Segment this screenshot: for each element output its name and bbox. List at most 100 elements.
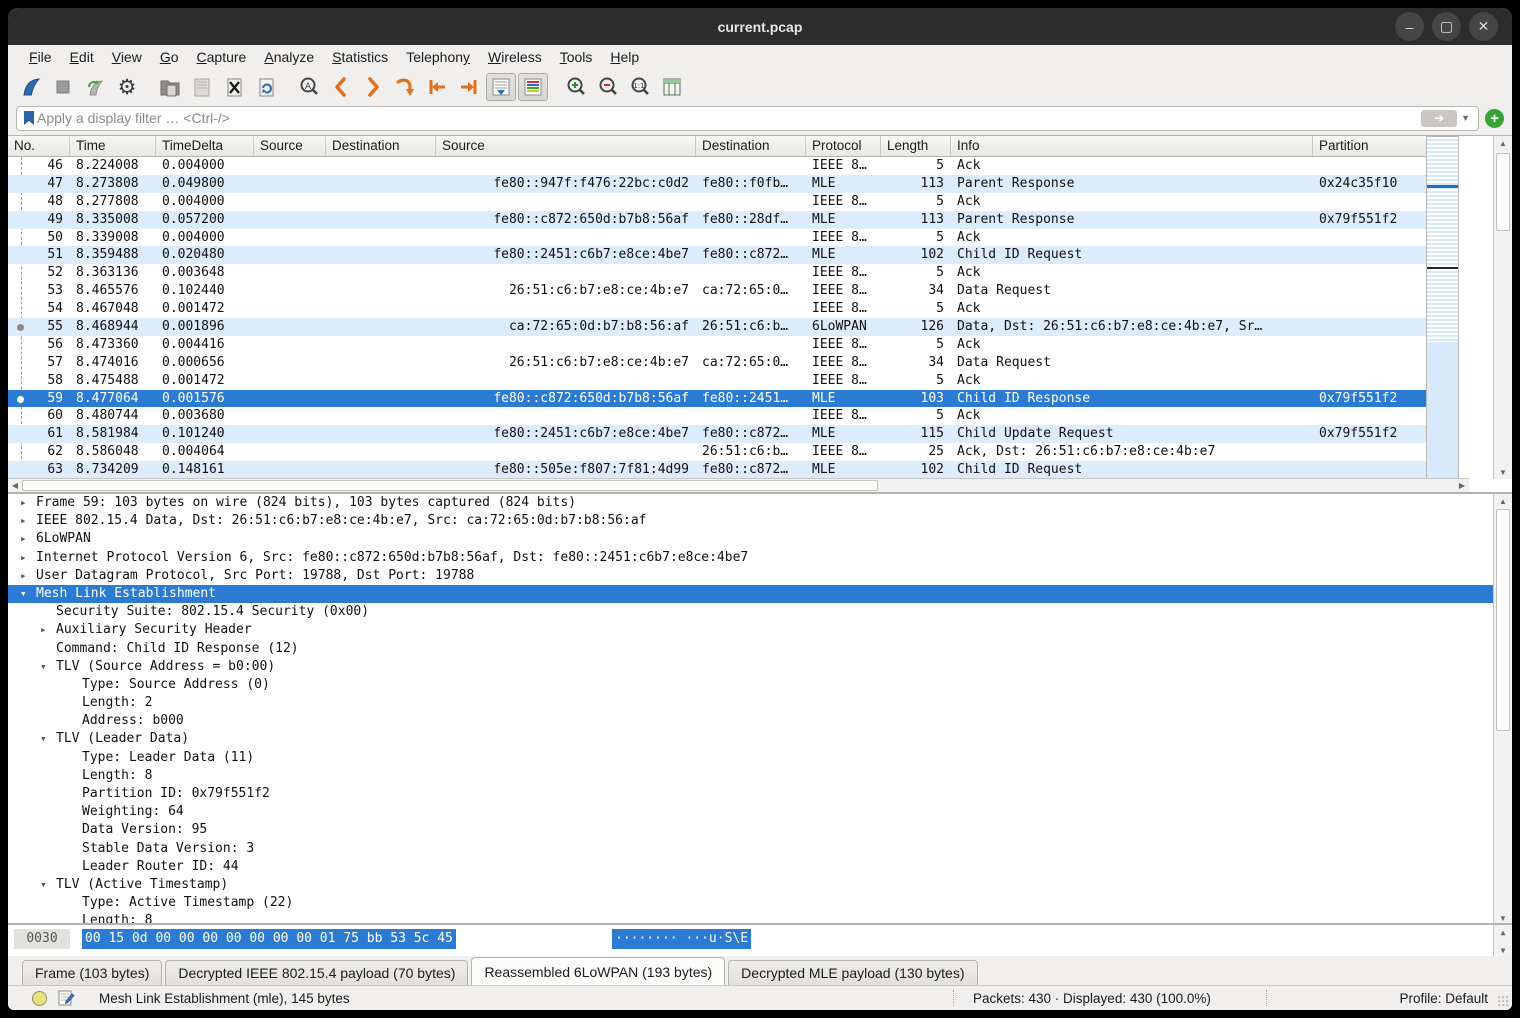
detail-line[interactable]: Length: 2	[8, 694, 1512, 712]
hex-bytes[interactable]: 00 15 0d 00 00 00 00 00 00 00 01 75 bb 5…	[82, 929, 456, 949]
column-header-time[interactable]: Time	[70, 136, 156, 156]
detail-line[interactable]: Type: Source Address (0)	[8, 676, 1512, 694]
detail-line[interactable]: Partition ID: 0x79f551f2	[8, 785, 1512, 803]
filter-dropdown-caret[interactable]: ▼	[1457, 113, 1474, 123]
go-to-packet-icon[interactable]	[390, 73, 420, 101]
zoom-out-icon[interactable]	[593, 73, 623, 101]
packet-row[interactable]: 558.4689440.001896ca:72:65:0d:b7:b8:56:a…	[8, 318, 1459, 336]
zoom-in-icon[interactable]	[561, 73, 591, 101]
expand-arrow-icon[interactable]: ▸	[20, 567, 27, 585]
open-file-icon[interactable]	[155, 73, 185, 101]
expand-arrow-icon[interactable]: ▸	[40, 621, 47, 639]
collapse-arrow-icon[interactable]: ▾	[40, 876, 47, 894]
byte-tab-decrypted-mle-payload-130-bytes-[interactable]: Decrypted MLE payload (130 bytes)	[728, 960, 977, 985]
bytes-scrollbar[interactable]: ▲ ▼	[1493, 925, 1512, 956]
scroll-down-icon[interactable]: ▼	[1494, 943, 1512, 956]
minimize-button[interactable]: –	[1395, 12, 1424, 41]
detail-line[interactable]: ▾TLV (Source Address = b0:00)	[8, 658, 1512, 676]
reload-file-icon[interactable]	[251, 73, 281, 101]
collapse-arrow-icon[interactable]: ▾	[40, 658, 47, 676]
detail-line[interactable]: ▾TLV (Active Timestamp)	[8, 876, 1512, 894]
column-header-info[interactable]: Info	[951, 136, 1313, 156]
menu-item-telephony[interactable]: Telephony	[397, 47, 479, 67]
packet-row[interactable]: 468.2240080.004000IEEE 8…5Ack	[8, 157, 1459, 175]
auto-scroll-icon[interactable]	[486, 73, 516, 101]
scroll-down-icon[interactable]: ▼	[1494, 465, 1512, 479]
scroll-right-icon[interactable]: ▶	[1455, 479, 1469, 492]
bookmark-icon[interactable]	[21, 109, 37, 127]
packet-row[interactable]: 568.4733600.004416IEEE 8…5Ack	[8, 336, 1459, 354]
column-header-destination[interactable]: Destination	[696, 136, 806, 156]
packet-row[interactable]: 598.4770640.001576fe80::c872:650d:b7b8:5…	[8, 390, 1459, 408]
detail-line[interactable]: Stable Data Version: 3	[8, 840, 1512, 858]
close-button[interactable]: ✕	[1469, 12, 1498, 41]
scroll-left-icon[interactable]: ◀	[8, 479, 22, 492]
detail-line[interactable]: ▸Internet Protocol Version 6, Src: fe80:…	[8, 549, 1512, 567]
column-header-source[interactable]: Source	[254, 136, 326, 156]
byte-tab-reassembled-6lowpan-193-bytes-[interactable]: Reassembled 6LoWPAN (193 bytes)	[471, 957, 725, 985]
scroll-up-icon[interactable]: ▲	[1494, 494, 1512, 508]
column-header-source[interactable]: Source	[436, 136, 696, 156]
restart-capture-icon[interactable]	[80, 73, 110, 101]
packet-row[interactable]: 608.4807440.003680IEEE 8…5Ack	[8, 407, 1459, 425]
column-header-no-[interactable]: No.	[8, 136, 70, 156]
packet-minimap[interactable]	[1426, 136, 1459, 479]
byte-tab-decrypted-ieee-802-15-4-payload-70-bytes-[interactable]: Decrypted IEEE 802.15.4 payload (70 byte…	[165, 960, 468, 985]
packet-list-hscrollbar[interactable]: ◀ ▶	[8, 478, 1469, 492]
packet-row[interactable]: 588.4754880.001472IEEE 8…5Ack	[8, 372, 1459, 390]
detail-line[interactable]: Type: Leader Data (11)	[8, 749, 1512, 767]
detail-line[interactable]: ▸IEEE 802.15.4 Data, Dst: 26:51:c6:b7:e8…	[8, 512, 1512, 530]
expand-arrow-icon[interactable]: ▸	[20, 549, 27, 567]
add-filter-button[interactable]: +	[1485, 109, 1504, 128]
column-header-timedelta[interactable]: TimeDelta	[156, 136, 254, 156]
hex-row[interactable]: 0030 00 15 0d 00 00 00 00 00 00 00 01 75…	[8, 929, 1492, 949]
detail-line[interactable]: ▸Auxiliary Security Header	[8, 621, 1512, 639]
packet-row[interactable]: 518.3594880.020480fe80::2451:c6b7:e8ce:4…	[8, 246, 1459, 264]
save-file-icon[interactable]	[187, 73, 217, 101]
detail-line[interactable]: ▸Frame 59: 103 bytes on wire (824 bits),…	[8, 494, 1512, 512]
detail-line[interactable]: Length: 8	[8, 767, 1512, 785]
collapse-arrow-icon[interactable]: ▾	[20, 585, 27, 603]
expand-arrow-icon[interactable]: ▸	[20, 494, 27, 512]
detail-line[interactable]: ▾Mesh Link Establishment	[8, 585, 1512, 603]
packet-list-scrollbar[interactable]: ▲ ▼	[1493, 136, 1512, 479]
packet-row[interactable]: 528.3631360.003648IEEE 8…5Ack	[8, 264, 1459, 282]
scrollbar-thumb[interactable]	[1496, 509, 1510, 731]
scroll-down-icon[interactable]: ▼	[1494, 911, 1512, 923]
detail-line[interactable]: ▸6LoWPAN	[8, 530, 1512, 548]
apply-filter-button[interactable]: ➔	[1421, 110, 1457, 127]
expert-info-icon[interactable]	[32, 991, 47, 1006]
menu-item-file[interactable]: File	[20, 47, 61, 67]
capture-options-icon[interactable]: ⚙	[112, 73, 142, 101]
close-file-icon[interactable]	[219, 73, 249, 101]
menu-item-go[interactable]: Go	[151, 47, 188, 67]
details-scrollbar[interactable]: ▲ ▼	[1493, 494, 1512, 923]
scrollbar-thumb[interactable]	[1496, 153, 1510, 231]
detail-line[interactable]: Weighting: 64	[8, 803, 1512, 821]
hscrollbar-thumb[interactable]	[22, 480, 878, 491]
packet-row[interactable]: 508.3390080.004000IEEE 8…5Ack	[8, 229, 1459, 247]
detail-line[interactable]: Leader Router ID: 44	[8, 858, 1512, 876]
detail-line[interactable]: Length: 8	[8, 912, 1512, 923]
menu-item-tools[interactable]: Tools	[551, 47, 602, 67]
zoom-original-icon[interactable]: 1:1	[625, 73, 655, 101]
column-header-protocol[interactable]: Protocol	[806, 136, 881, 156]
packet-row[interactable]: 488.2778080.004000IEEE 8…5Ack	[8, 193, 1459, 211]
resize-grip[interactable]	[1498, 996, 1510, 1008]
hex-ascii[interactable]: ········ ···u·S\E	[612, 929, 751, 949]
detail-line[interactable]: Type: Active Timestamp (22)	[8, 894, 1512, 912]
maximize-button[interactable]: ▢	[1432, 12, 1461, 41]
colorize-icon[interactable]	[518, 73, 548, 101]
stop-capture-icon[interactable]	[48, 73, 78, 101]
packet-bytes-pane[interactable]: 0030 00 15 0d 00 00 00 00 00 00 00 01 75…	[8, 923, 1512, 956]
display-filter-input[interactable]	[37, 110, 1421, 126]
detail-line[interactable]: Security Suite: 802.15.4 Security (0x00)	[8, 603, 1512, 621]
expand-arrow-icon[interactable]: ▸	[20, 512, 27, 530]
first-packet-icon[interactable]	[422, 73, 452, 101]
detail-line[interactable]: Address: b000	[8, 712, 1512, 730]
column-header-destination[interactable]: Destination	[326, 136, 436, 156]
menu-item-view[interactable]: View	[103, 47, 151, 67]
title-bar[interactable]: current.pcap – ▢ ✕	[8, 8, 1512, 45]
scroll-up-icon[interactable]: ▲	[1494, 136, 1512, 150]
previous-packet-icon[interactable]	[326, 73, 356, 101]
